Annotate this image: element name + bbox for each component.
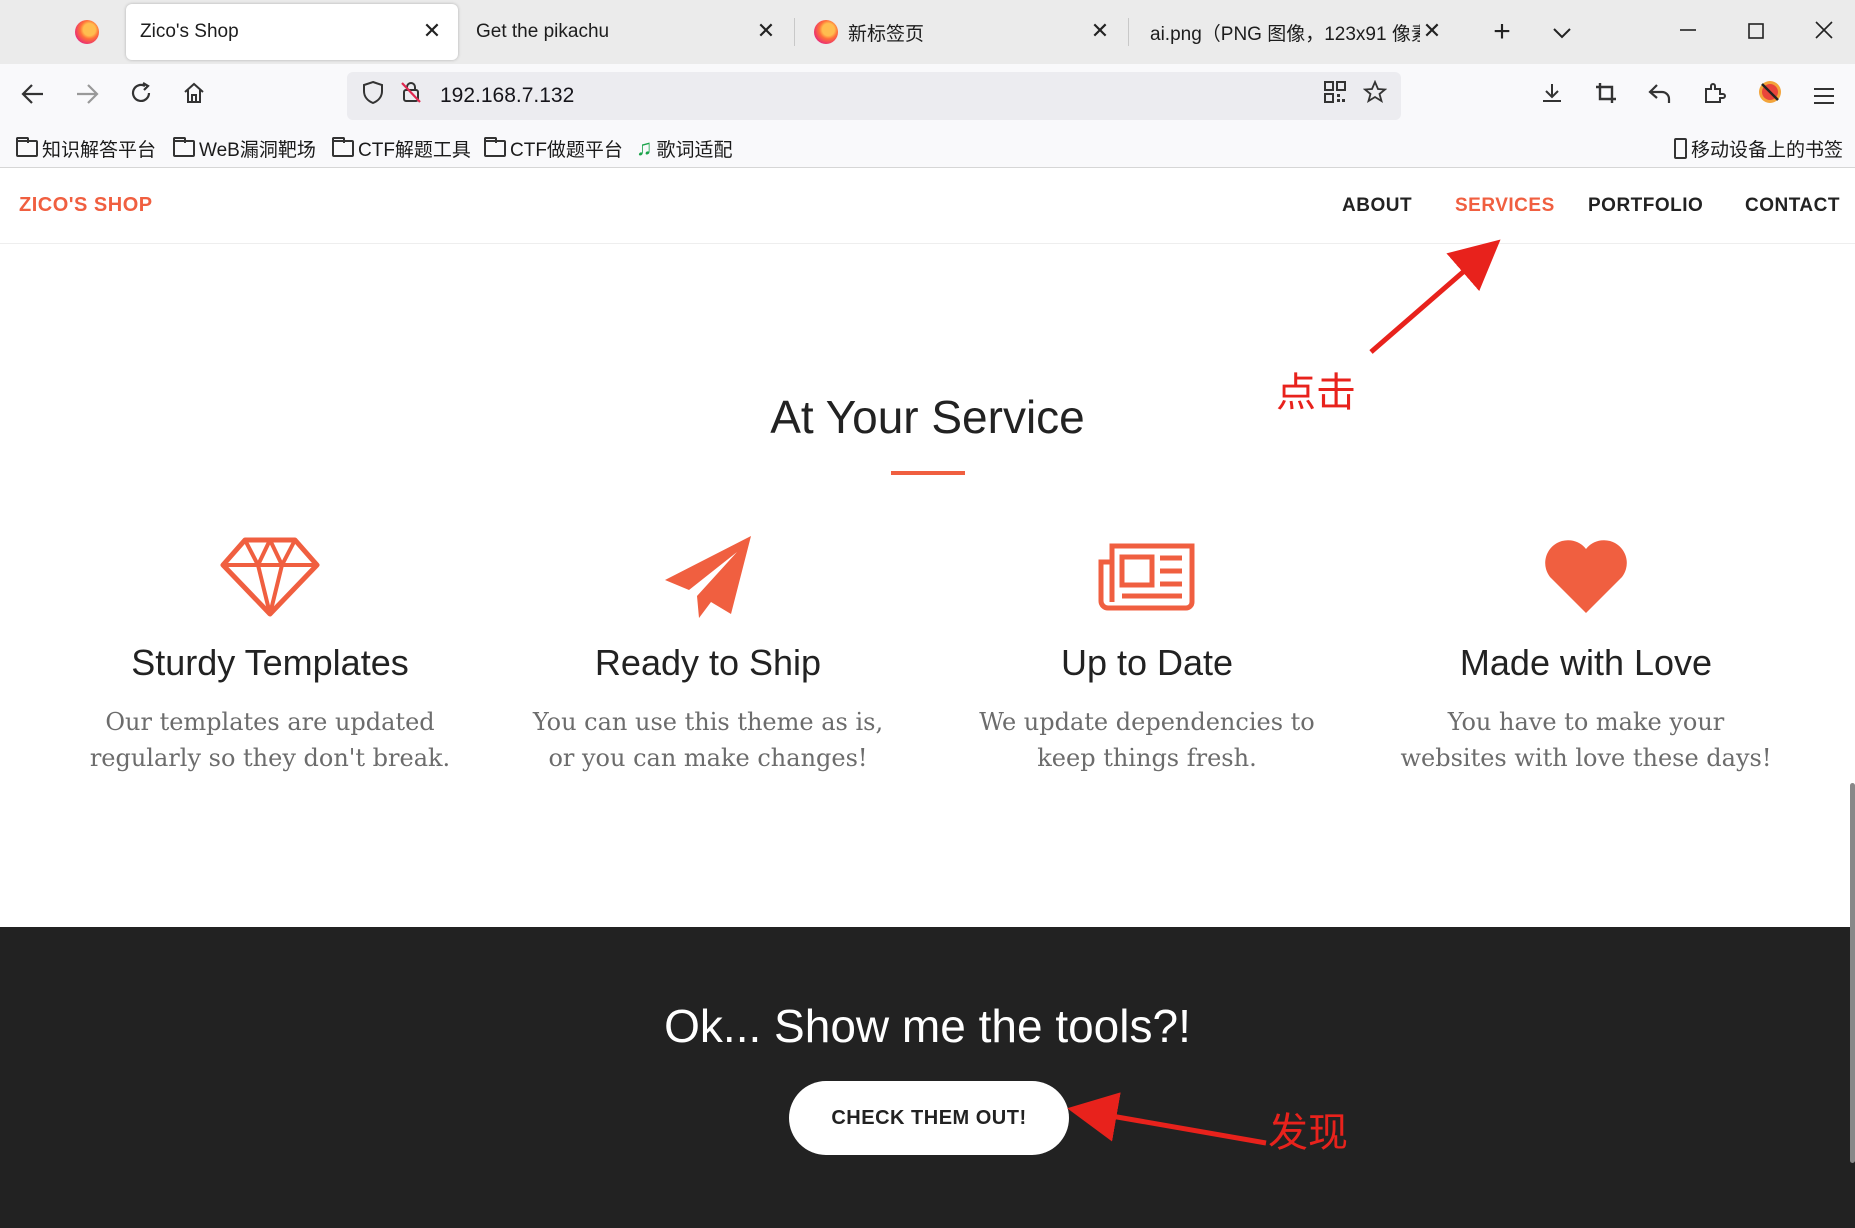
- tab-title: 新标签页: [848, 23, 925, 45]
- newspaper-icon: [927, 532, 1367, 622]
- bookmark-label: 知识解答平台: [42, 139, 157, 161]
- tab-strip: Zico's Shop ✕ Get the pikachu ✕ 新标签页 ✕ a…: [0, 0, 1855, 64]
- download-icon[interactable]: [1534, 78, 1570, 114]
- bookmark-star-icon[interactable]: [1359, 79, 1391, 112]
- shield-icon[interactable]: [357, 80, 389, 112]
- tab-ai-png[interactable]: ai.png（PNG 图像，123x91 像素） ✕: [1130, 4, 1460, 60]
- firefox-icon: [75, 20, 99, 44]
- maximize-icon[interactable]: [1738, 14, 1774, 50]
- firefox-icon: [814, 20, 838, 44]
- reload-icon[interactable]: [123, 78, 159, 114]
- check-them-out-button[interactable]: CHECK THEM OUT!: [789, 1081, 1069, 1155]
- service-card: Ready to Ship You can use this theme as …: [488, 532, 928, 772]
- annotation-click: 点击: [1276, 370, 1356, 416]
- service-text: We update dependencies to keep things fr…: [979, 708, 1315, 772]
- close-icon[interactable]: ✕: [420, 20, 444, 44]
- bookmark-folder[interactable]: 知识解答平台: [16, 134, 156, 162]
- tab-new-tab[interactable]: 新标签页 ✕: [796, 4, 1126, 60]
- qr-code-icon[interactable]: [1319, 80, 1351, 112]
- diamond-icon: [50, 532, 490, 622]
- service-card: Made with Love You have to make your web…: [1366, 532, 1806, 772]
- url-text[interactable]: 192.168.7.132: [440, 84, 574, 108]
- cta-heading: Ok... Show me the tools?!: [664, 1000, 1191, 1052]
- service-text: You can use this theme as is, or you can…: [532, 708, 884, 772]
- close-window-icon[interactable]: [1806, 14, 1842, 50]
- heart-icon: [1366, 532, 1806, 622]
- service-title: Sturdy Templates: [131, 642, 409, 683]
- tab-zicos-shop[interactable]: Zico's Shop ✕: [126, 4, 458, 60]
- close-icon[interactable]: ✕: [1420, 20, 1444, 44]
- forward-icon[interactable]: [69, 78, 105, 114]
- tab-title: ai.png（PNG 图像，123x91 像素）: [1150, 23, 1420, 45]
- menu-contact[interactable]: CONTACT: [1745, 195, 1840, 217]
- tab-pinned[interactable]: [8, 4, 118, 60]
- service-title: Made with Love: [1459, 642, 1713, 683]
- home-icon[interactable]: [176, 78, 212, 114]
- menu-hamburger-icon[interactable]: [1806, 78, 1842, 114]
- bookmark-label: WeB漏洞靶场: [199, 139, 316, 161]
- tab-get-the-pikachu[interactable]: Get the pikachu ✕: [462, 4, 792, 60]
- menu-portfolio[interactable]: PORTFOLIO: [1588, 195, 1703, 217]
- services-heading: At Your Service: [770, 391, 1085, 443]
- back-icon[interactable]: [15, 78, 51, 114]
- folder-icon: [484, 136, 506, 157]
- menu-services[interactable]: SERVICES: [1455, 195, 1555, 217]
- bookmark-label: CTF做题平台: [510, 139, 623, 161]
- heading-divider: [891, 471, 965, 475]
- service-card: Sturdy Templates Our templates are updat…: [50, 532, 490, 772]
- tab-title: Zico's Shop: [140, 21, 239, 42]
- music-note-icon: ♫: [636, 135, 653, 160]
- folder-icon: [332, 136, 354, 157]
- folder-icon: [173, 136, 195, 157]
- cta-section: Ok... Show me the tools?! CHECK THEM OUT…: [0, 927, 1855, 1228]
- bookmark-item[interactable]: ♫ 歌词适配: [636, 134, 733, 162]
- bookmarks-toolbar: 知识解答平台 WeB漏洞靶场 CTF解题工具 CTF做题平台 ♫ 歌词适配 移动…: [0, 128, 1855, 168]
- mobile-bookmarks[interactable]: 移动设备上的书签: [1674, 134, 1843, 162]
- close-icon[interactable]: ✕: [1088, 20, 1112, 44]
- service-card: Up to Date We update dependencies to kee…: [927, 532, 1367, 772]
- page-scrollbar[interactable]: [1850, 783, 1855, 1163]
- arrow-to-services: [1369, 239, 1501, 354]
- mobile-device-icon: [1674, 137, 1687, 159]
- paper-plane-icon: [488, 532, 928, 622]
- bookmark-folder[interactable]: CTF解题工具: [332, 134, 471, 162]
- service-text: Our templates are updated regularly so t…: [89, 708, 451, 772]
- tab-list-chevron-icon[interactable]: [1544, 14, 1580, 50]
- bookmark-label: 歌词适配: [656, 139, 733, 161]
- site-brand[interactable]: ZICO'S SHOP: [19, 194, 153, 217]
- service-text: You have to make your websites with love…: [1400, 708, 1772, 772]
- mobile-bookmarks-label: 移动设备上的书签: [1691, 139, 1844, 161]
- undo-icon[interactable]: [1642, 78, 1678, 114]
- new-tab-icon[interactable]: +: [1484, 14, 1520, 50]
- folder-icon: [16, 136, 38, 157]
- navigation-toolbar: 192.168.7.132: [0, 64, 1855, 128]
- addon-blocked-icon[interactable]: [1752, 78, 1788, 114]
- site-navbar: ZICO'S SHOP ABOUT SERVICES PORTFOLIO CON…: [0, 168, 1855, 244]
- bookmark-label: CTF解题工具: [358, 139, 471, 161]
- insecure-lock-icon[interactable]: [395, 80, 427, 112]
- address-bar[interactable]: 192.168.7.132: [347, 72, 1401, 120]
- service-title: Ready to Ship: [594, 642, 822, 683]
- crop-icon[interactable]: [1588, 78, 1624, 114]
- extensions-icon[interactable]: [1696, 78, 1732, 114]
- minimize-icon[interactable]: [1670, 14, 1706, 50]
- bookmark-folder[interactable]: WeB漏洞靶场: [173, 134, 316, 162]
- tab-separator: [1128, 18, 1129, 46]
- annotation-found: 发现: [1268, 1110, 1348, 1156]
- menu-about[interactable]: ABOUT: [1342, 195, 1412, 217]
- bookmark-folder[interactable]: CTF做题平台: [484, 134, 623, 162]
- service-title: Up to Date: [1060, 642, 1234, 683]
- close-icon[interactable]: ✕: [754, 20, 778, 44]
- tab-separator: [794, 18, 795, 46]
- tab-title: Get the pikachu: [476, 21, 610, 42]
